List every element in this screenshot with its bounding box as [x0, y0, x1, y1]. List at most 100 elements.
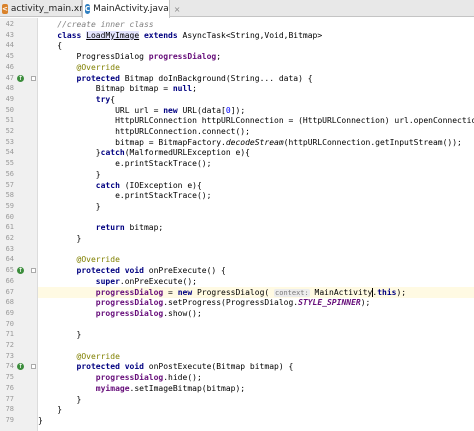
line-number: 43 — [5, 30, 14, 39]
code-line[interactable]: protected Bitmap doInBackground(String..… — [38, 73, 474, 84]
code-line[interactable]: URL url = new URL(data[0]); — [38, 105, 474, 116]
override-method-icon[interactable]: ↑ — [17, 363, 24, 371]
code-token: progressDialog — [38, 373, 164, 383]
code-token: class — [38, 30, 87, 40]
code-line[interactable]: bitmap = BitmapFactory.decodeStream(http… — [38, 137, 474, 148]
code-token: ); — [396, 287, 407, 297]
line-number: 61 — [5, 223, 14, 232]
code-token: .setImageBitmap(bitmap); — [129, 383, 246, 393]
line-number: 60 — [5, 212, 14, 221]
line-number: 73 — [5, 351, 14, 360]
code-token: { — [38, 41, 63, 51]
code-line[interactable]: Bitmap bitmap = null; — [38, 83, 474, 94]
tab-main-activity-java[interactable]: C MainActivity.java × — [82, 0, 180, 18]
code-line[interactable]: catch (IOException e){ — [38, 180, 474, 191]
code-line[interactable]: protected void onPreExecute() { — [38, 265, 474, 276]
code-line[interactable]: } — [38, 415, 474, 426]
tab-activity-main-xml[interactable]: < activity_main.xml × — [0, 0, 102, 17]
code-line[interactable]: }catch(MalformedURLException e){ — [38, 147, 474, 158]
code-token: @Override — [38, 351, 120, 361]
line-number: 71 — [5, 330, 14, 339]
line-number: 68 — [5, 298, 14, 307]
code-line[interactable]: } — [38, 201, 474, 212]
line-number: 47 — [5, 73, 14, 82]
code-token: decodeStream — [225, 137, 284, 147]
code-editor[interactable]: //create inner class class LoadMyImage e… — [38, 18, 474, 431]
code-line[interactable]: progressDialog = new ProgressDialog( con… — [38, 286, 474, 298]
line-number: 50 — [5, 105, 14, 114]
code-token: MainActivity — [309, 287, 373, 297]
code-line[interactable] — [38, 340, 474, 351]
line-number: 48 — [5, 84, 14, 93]
code-line[interactable]: try{ — [38, 94, 474, 105]
code-token: (IOException e){ — [124, 180, 202, 190]
line-number: 45 — [5, 52, 14, 61]
fold-toggle-icon[interactable] — [31, 268, 36, 274]
line-number: 69 — [5, 308, 14, 317]
code-line[interactable]: e.printStackTrace(); — [38, 190, 474, 201]
java-class-icon: C — [85, 4, 91, 14]
code-token: onPostExecute(Bitmap bitmap) { — [148, 362, 294, 372]
fold-toggle-icon[interactable] — [31, 364, 36, 370]
code-line[interactable]: } — [38, 404, 474, 415]
override-method-icon[interactable]: ↑ — [17, 267, 24, 275]
code-token: progressDialog — [38, 308, 164, 318]
line-number: 46 — [5, 62, 14, 71]
code-token: e.printStackTrace(); — [38, 191, 212, 201]
code-line[interactable]: httpURLConnection.connect(); — [38, 126, 474, 137]
code-line[interactable]: @Override — [38, 351, 474, 362]
code-token: { — [110, 94, 116, 104]
code-line[interactable] — [38, 212, 474, 223]
code-line[interactable]: //create inner class — [38, 19, 474, 30]
code-line[interactable]: protected void onPostExecute(Bitmap bitm… — [38, 361, 474, 372]
code-line[interactable]: @Override — [38, 254, 474, 265]
code-line[interactable]: myimage.setImageBitmap(bitmap); — [38, 383, 474, 394]
code-line[interactable] — [38, 319, 474, 330]
line-number: 66 — [5, 276, 14, 285]
code-token: bitmap; — [129, 223, 164, 233]
code-line[interactable]: @Override — [38, 62, 474, 73]
line-number: 53 — [5, 137, 14, 146]
code-token: this — [377, 287, 397, 297]
line-number: 76 — [5, 383, 14, 392]
code-token: httpURLConnection.connect(); — [38, 127, 250, 136]
code-line[interactable]: super.onPreExecute(); — [38, 276, 474, 287]
code-line[interactable]: progressDialog.show(); — [38, 308, 474, 319]
override-method-icon[interactable]: ↑ — [17, 74, 24, 82]
line-number: 75 — [5, 373, 14, 382]
code-line[interactable]: e.printStackTrace(); — [38, 158, 474, 169]
line-number: 65 — [5, 266, 14, 275]
code-line[interactable]: progressDialog.setProgress(ProgressDialo… — [38, 297, 474, 308]
code-token: new — [177, 287, 197, 297]
line-number: 64 — [5, 255, 14, 264]
code-line[interactable]: progressDialog.hide(); — [38, 372, 474, 383]
code-token: ; — [192, 84, 197, 94]
code-line[interactable]: HttpURLConnection httpURLConnection = (H… — [38, 115, 474, 126]
code-token: URL(data[ — [182, 105, 226, 115]
code-token: catch — [100, 148, 125, 158]
code-token: super — [38, 276, 120, 286]
code-token: STYLE_SPINNER — [298, 298, 361, 308]
code-token: protected void — [38, 266, 149, 276]
line-number: 57 — [5, 180, 14, 189]
code-token: URL url = — [38, 105, 164, 115]
code-line[interactable]: } — [38, 233, 474, 244]
code-line[interactable]: class LoadMyImage extends AsyncTask<Stri… — [38, 30, 474, 41]
code-line[interactable]: } — [38, 329, 474, 340]
line-number: 52 — [5, 127, 14, 135]
code-line[interactable]: } — [38, 169, 474, 180]
code-token: } — [38, 234, 82, 243]
code-line[interactable]: return bitmap; — [38, 222, 474, 233]
line-number-gutter[interactable]: 42 43 44 45 46 47 ↑ 48 49 50 51 52 53 54 55 56 57 58 59 60 6… — [0, 18, 38, 431]
code-token: .hide(); — [163, 373, 202, 383]
fold-toggle-icon[interactable] — [31, 75, 36, 81]
line-number: 51 — [5, 116, 14, 125]
code-token: } — [38, 201, 101, 211]
code-line[interactable]: ProgressDialog progressDialog; — [38, 51, 474, 62]
code-token: e.printStackTrace(); — [38, 159, 212, 169]
code-line[interactable] — [38, 244, 474, 255]
close-icon[interactable]: × — [174, 5, 181, 14]
code-token: null — [172, 84, 193, 94]
code-line[interactable]: { — [38, 40, 474, 51]
code-line[interactable]: } — [38, 394, 474, 405]
